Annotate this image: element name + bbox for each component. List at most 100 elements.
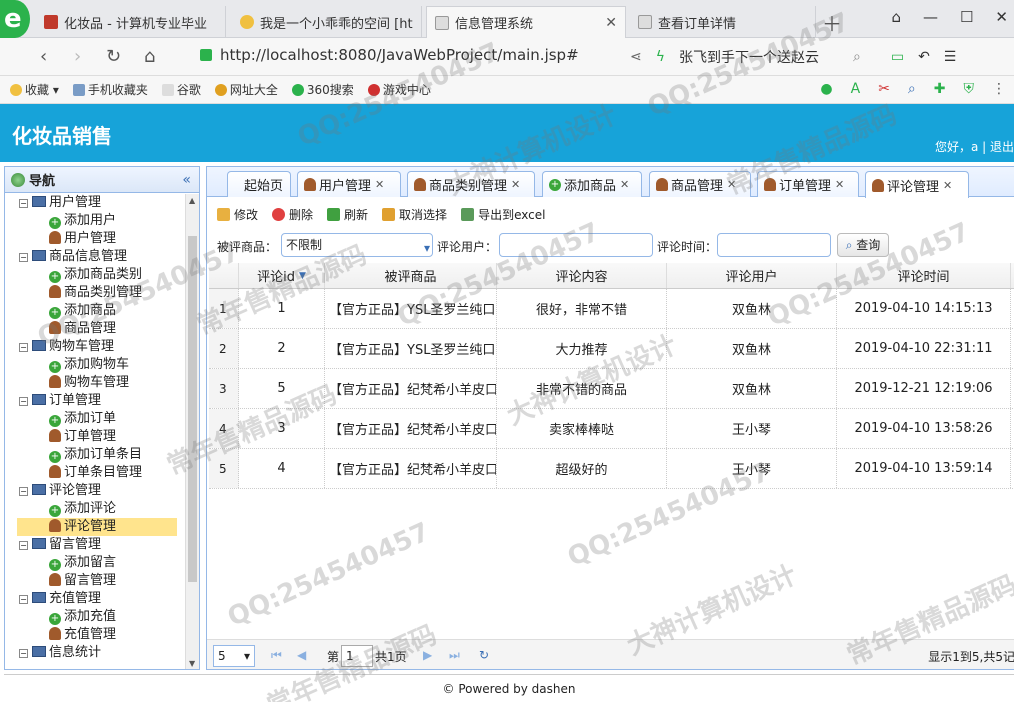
refresh-button[interactable]: 刷新 [327,206,368,223]
browser-tab-1[interactable]: 化妆品 - 计算机专业毕业 [36,6,226,38]
collapse-toggle-icon[interactable]: − [19,253,28,262]
tree-group[interactable]: − 信息统计 [5,644,185,662]
browser-tab-2[interactable]: 我是一个小乖乖的空间 [ht [232,6,422,38]
bookmark-360search[interactable]: 360搜索 [291,81,354,98]
scrollbar-thumb[interactable] [188,236,197,582]
prev-page-icon[interactable]: ◀ [297,648,306,662]
sidebar-item[interactable]: 商品管理 [5,320,185,338]
share-icon[interactable]: ⋖ [630,49,642,65]
tree-group[interactable]: − 评论管理 [5,482,185,500]
content-tab[interactable]: + 添加商品 ✕ [542,171,642,197]
bookmark-google[interactable]: 谷歌 [161,81,201,98]
user-input[interactable] [499,233,653,257]
close-tab-icon[interactable]: ✕ [943,179,952,192]
browser-tab-3[interactable]: 信息管理系统 ✕ [426,6,626,38]
collapse-toggle-icon[interactable]: − [19,541,28,550]
more-icon[interactable]: ⋮ [992,81,1006,97]
column-header[interactable]: 评论内容 [497,263,667,288]
table-row[interactable]: 3 5 【官方正品】纪梵希小羊皮口 非常不错的商品 双鱼林 2019-12-21 12:1… [209,369,1014,409]
table-row[interactable]: 1 1 【官方正品】YSL圣罗兰纯口 很好，非常不错 双鱼林 2019-04-10 14:… [209,289,1014,329]
sidebar-item[interactable]: 留言管理 [5,572,185,590]
sidebar-scrollbar[interactable]: ▲ ▼ [185,194,199,669]
content-tab[interactable]: 起始页 [227,171,291,197]
back-icon[interactable]: ‹ [40,46,47,67]
menu-icon[interactable]: ☰ [944,49,957,65]
sidebar-item[interactable]: + 添加评论 [5,500,185,518]
search-icon[interactable]: ⌕ [853,49,861,65]
undo-icon[interactable]: ↶ [918,49,930,65]
bookmark-mobile[interactable]: 手机收藏夹 [72,81,148,98]
shirt-icon[interactable]: ⌂ [891,8,901,26]
url-field[interactable]: http://localhost:8080/JavaWebProject/mai… [200,46,579,64]
sidebar-item[interactable]: + 添加购物车 [5,356,185,374]
welcome-logout[interactable]: 您好，a | 退出 [935,138,1014,155]
bookmark-favorites[interactable]: 收藏 ▾ [10,81,59,98]
sidebar-item[interactable]: 订单管理 [5,428,185,446]
table-row[interactable]: 2 2 【官方正品】YSL圣罗兰纯口 大力推荐 双鱼林 2019-04-10 22:31:… [209,329,1014,369]
content-tab[interactable]: 商品类别管理 ✕ [407,171,535,197]
bookmark-games[interactable]: 游戏中心 [367,81,431,98]
content-tab[interactable]: 用户管理 ✕ [297,171,401,197]
close-tab-icon[interactable]: ✕ [375,178,384,191]
column-header[interactable]: 被评商品 [325,263,497,288]
scroll-up-icon[interactable]: ▲ [189,196,195,205]
sidebar-item[interactable]: + 添加留言 [5,554,185,572]
tree-group[interactable]: − 留言管理 [5,536,185,554]
collapse-toggle-icon[interactable]: − [19,397,28,406]
sidebar-item[interactable]: + 添加用户 [5,212,185,230]
sidebar-item[interactable]: 评论管理 [17,518,177,536]
search-icon[interactable]: ⌕ [908,81,916,97]
close-tab-icon[interactable]: ✕ [727,178,736,191]
collapse-toggle-icon[interactable]: − [19,343,28,352]
translate-icon[interactable]: A [851,81,861,97]
sidebar-item[interactable]: + 添加商品类别 [5,266,185,284]
tree-group[interactable]: − 购物车管理 [5,338,185,356]
sidebar-item[interactable]: 商品类别管理 [5,284,185,302]
column-header[interactable]: 评论用户 [667,263,837,288]
wechat-icon[interactable]: ● [820,81,832,97]
content-tab[interactable]: 评论管理 ✕ [865,171,969,198]
battery-icon[interactable]: ▭ [891,49,904,65]
collapse-toggle-icon[interactable]: − [19,487,28,496]
close-window-icon[interactable]: ✕ [995,8,1008,26]
collapse-toggle-icon[interactable]: − [19,199,28,208]
content-tab[interactable]: 商品管理 ✕ [649,171,751,197]
cancel-select-button[interactable]: 取消选择 [382,206,447,223]
lightning-icon[interactable]: ϟ [656,49,665,65]
reload-icon[interactable]: ↻ [479,648,489,662]
home-icon[interactable]: ⌂ [144,46,155,67]
scissors-icon[interactable]: ✂ [878,81,890,97]
last-page-icon[interactable]: ⏭ [449,648,460,663]
collapse-toggle-icon[interactable]: − [19,595,28,604]
tree-group[interactable]: − 订单管理 [5,392,185,410]
page-number-input[interactable]: 1 [341,645,373,667]
export-excel-button[interactable]: 导出到excel [461,206,545,223]
product-select[interactable]: 不限制 ▾ [281,233,433,257]
sidebar-item[interactable]: + 添加订单 [5,410,185,428]
search-hint[interactable]: 张飞到手下一个送赵云 [679,47,819,67]
edit-button[interactable]: 修改 [217,206,258,223]
close-tab-icon[interactable]: ✕ [620,178,629,191]
sidebar-item[interactable]: 充值管理 [5,626,185,644]
close-tab-icon[interactable]: ✕ [835,178,844,191]
sidebar-item[interactable]: 用户管理 [5,230,185,248]
minimize-icon[interactable]: — [923,8,938,26]
column-header[interactable]: 评论时间 [837,263,1011,288]
forward-icon[interactable]: › [74,46,81,67]
reload-icon[interactable]: ↻ [106,46,121,67]
time-input[interactable] [717,233,831,257]
delete-button[interactable]: 删除 [272,206,313,223]
scroll-down-icon[interactable]: ▼ [189,659,195,668]
sidebar-item[interactable]: + 添加订单条目 [5,446,185,464]
sidebar-item[interactable]: 购物车管理 [5,374,185,392]
page-size-select[interactable]: 5 ▾ [213,645,255,667]
sidebar-item[interactable]: 订单条目管理 [5,464,185,482]
shield-icon[interactable]: ⛨ [964,81,975,97]
close-tab-icon[interactable]: ✕ [511,178,520,191]
maximize-icon[interactable]: ☐ [960,8,973,26]
next-page-icon[interactable]: ▶ [423,648,432,662]
table-row[interactable]: 4 3 【官方正品】纪梵希小羊皮口 卖家棒棒哒 王小琴 2019-04-10 13:58:… [209,409,1014,449]
tree-group[interactable]: − 商品信息管理 [5,248,185,266]
gamepad-icon[interactable]: ✚ [934,81,946,97]
collapse-toggle-icon[interactable]: − [19,649,28,658]
